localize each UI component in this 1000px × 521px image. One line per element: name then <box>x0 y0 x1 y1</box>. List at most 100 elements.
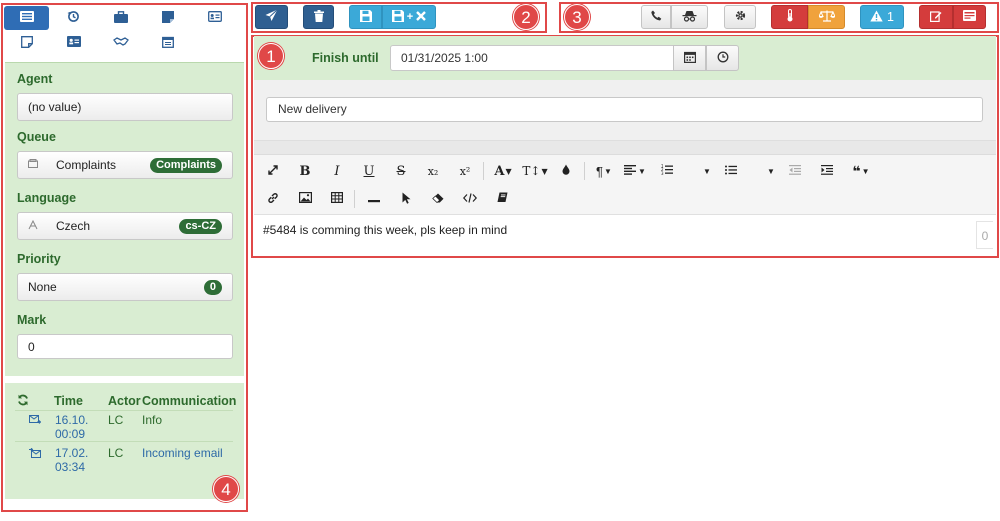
row2-time-clock: 03:34 <box>55 460 86 474</box>
row2-time-date: 17.02. <box>55 446 89 460</box>
tab-calendar[interactable] <box>145 31 190 55</box>
col-time[interactable]: Time <box>54 394 83 408</box>
unordered-list-dropdown[interactable]: ▼ <box>764 160 778 182</box>
queue-badge: Complaints <box>150 158 222 173</box>
delete-button[interactable] <box>303 5 334 29</box>
underline-button[interactable]: U <box>360 160 378 182</box>
edit-button[interactable] <box>919 5 953 29</box>
calendar-icon <box>683 51 696 66</box>
agent-select[interactable]: (no value) <box>17 93 233 121</box>
language-icon <box>18 219 46 233</box>
row1-communication: Info <box>142 413 163 427</box>
select-button[interactable] <box>397 188 415 210</box>
char-counter: 0 <box>976 221 993 249</box>
font-color-button[interactable]: A ▼ <box>490 160 516 182</box>
paragraph-icon: ¶ <box>596 163 604 179</box>
quote-button[interactable]: ❝ ▼ <box>848 160 874 182</box>
send-button[interactable] <box>255 5 288 29</box>
caret-down-icon: ▼ <box>638 166 646 176</box>
trash-icon <box>313 9 324 25</box>
tab-card[interactable] <box>192 6 237 30</box>
strikethrough-button[interactable]: S <box>392 160 410 182</box>
callout-4: 4 <box>213 476 239 502</box>
fullscreen-button[interactable] <box>264 160 282 182</box>
email-out-icon <box>29 414 42 428</box>
time-picker-button[interactable] <box>706 45 739 71</box>
form-button[interactable] <box>953 5 986 29</box>
tab-list[interactable] <box>4 6 49 30</box>
indent-button[interactable] <box>818 160 836 182</box>
mark-input[interactable]: 0 <box>17 334 233 359</box>
history-panel: Time Actor Communication 16.10. 00:09 LC… <box>5 383 244 499</box>
date-picker-button[interactable] <box>673 45 706 71</box>
finish-until-input[interactable]: 01/31/2025 1:00 <box>390 45 674 71</box>
link-button[interactable] <box>264 188 282 210</box>
indent-icon <box>821 164 833 178</box>
align-button[interactable]: ▼ <box>622 160 648 182</box>
properties-panel: Agent (no value) Queue Complaints Compla… <box>5 62 244 376</box>
balance-button[interactable] <box>808 5 845 29</box>
row2-communication[interactable]: Incoming email <box>142 446 223 460</box>
ordered-list-dropdown[interactable]: ▼ <box>700 160 714 182</box>
templates-button[interactable] <box>493 188 511 210</box>
underline-icon: U <box>363 163 375 179</box>
svg-text:3: 3 <box>661 171 664 175</box>
edit-icon <box>930 10 942 25</box>
bold-icon: B <box>299 163 311 179</box>
col-communication[interactable]: Communication <box>142 394 236 408</box>
temperature-button[interactable] <box>771 5 808 29</box>
priority-label: Priority <box>17 252 61 266</box>
paragraph-button[interactable]: ¶ ▼ <box>592 160 616 182</box>
outdent-button[interactable] <box>786 160 804 182</box>
language-select[interactable]: Czech cs-CZ <box>17 212 233 240</box>
bold-button[interactable]: B <box>296 160 314 182</box>
superscript-button[interactable]: x² <box>456 160 474 182</box>
caret-down-icon: ▼ <box>767 166 775 176</box>
alerts-button[interactable]: 1 <box>860 5 904 29</box>
horizontal-rule-button[interactable] <box>365 188 383 210</box>
subscript-button[interactable]: x₂ <box>424 160 442 182</box>
save-button[interactable] <box>349 5 382 29</box>
font-size-button[interactable]: T↕ ▼ <box>522 160 548 182</box>
color-button[interactable] <box>558 160 574 182</box>
agent-label: Agent <box>17 72 53 86</box>
clear-format-button[interactable] <box>429 188 447 210</box>
font-icon: A <box>494 163 505 179</box>
settings-button[interactable] <box>724 5 756 29</box>
caret-down-icon: ▼ <box>861 166 870 176</box>
alerts-count: 1 <box>887 10 894 24</box>
image-button[interactable] <box>296 188 314 210</box>
gear-icon <box>735 10 746 24</box>
italic-icon: I <box>334 163 340 179</box>
priority-select[interactable]: None 0 <box>17 273 233 301</box>
incognito-button[interactable] <box>671 5 708 29</box>
ordered-list-button[interactable]: 123 <box>658 160 676 182</box>
col-actor[interactable]: Actor <box>108 394 141 408</box>
balance-scale-icon <box>817 10 836 25</box>
unordered-list-button[interactable] <box>722 160 740 182</box>
left-tabs-row-1 <box>4 6 244 30</box>
tab-sticky-note[interactable] <box>4 31 49 55</box>
tab-note[interactable] <box>145 6 190 30</box>
mark-label: Mark <box>17 313 47 327</box>
italic-button[interactable]: I <box>328 160 346 182</box>
language-value: Czech <box>56 219 91 233</box>
subject-input[interactable]: New delivery <box>266 97 983 122</box>
queue-select[interactable]: Complaints Complaints <box>17 151 233 179</box>
link-icon <box>267 192 279 207</box>
tab-history[interactable] <box>51 6 96 30</box>
refresh-icon[interactable] <box>17 394 29 409</box>
save-and-close-button[interactable]: + <box>382 5 436 29</box>
editor-body-text: #5484 is comming this week, pls keep in … <box>263 223 508 237</box>
code-view-button[interactable] <box>461 188 479 210</box>
table-button[interactable] <box>328 188 346 210</box>
toolbar-divider <box>354 190 355 208</box>
tab-briefcase[interactable] <box>98 6 143 30</box>
call-button[interactable] <box>641 5 671 29</box>
floppy-disk-icon <box>391 9 404 25</box>
tab-contact-card[interactable] <box>51 31 96 55</box>
editor-body[interactable]: #5484 is comming this week, pls keep in … <box>254 214 996 252</box>
history-divider <box>15 441 233 442</box>
char-counter-value: 0 <box>981 229 989 243</box>
tab-handshake[interactable] <box>98 31 143 55</box>
